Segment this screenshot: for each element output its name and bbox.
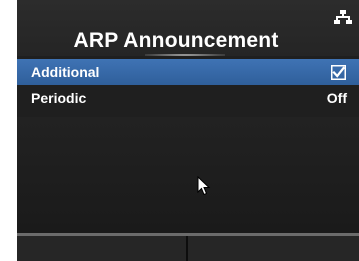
- checkbox-checked-icon[interactable]: [331, 65, 346, 80]
- screen-header: ARP Announcement: [17, 0, 359, 56]
- softkey-right[interactable]: [188, 236, 359, 261]
- title-underline: [145, 54, 225, 56]
- menu-item-value: Off: [326, 90, 347, 106]
- lcd-screen: ARP Announcement Additional Periodic Off: [17, 0, 359, 261]
- menu-item-additional[interactable]: Additional: [17, 59, 359, 85]
- menu-item-periodic[interactable]: Periodic Off: [17, 85, 359, 111]
- menu-item-label: Additional: [31, 64, 100, 80]
- softkey-left[interactable]: [17, 236, 186, 261]
- menu-list: Additional Periodic Off: [17, 59, 359, 111]
- network-icon: [334, 10, 352, 24]
- menu-item-label: Periodic: [31, 90, 87, 106]
- empty-content-area: [17, 117, 359, 233]
- page-title: ARP Announcement: [73, 29, 279, 52]
- softkey-bar: [17, 233, 359, 261]
- mouse-pointer-icon: [197, 176, 211, 196]
